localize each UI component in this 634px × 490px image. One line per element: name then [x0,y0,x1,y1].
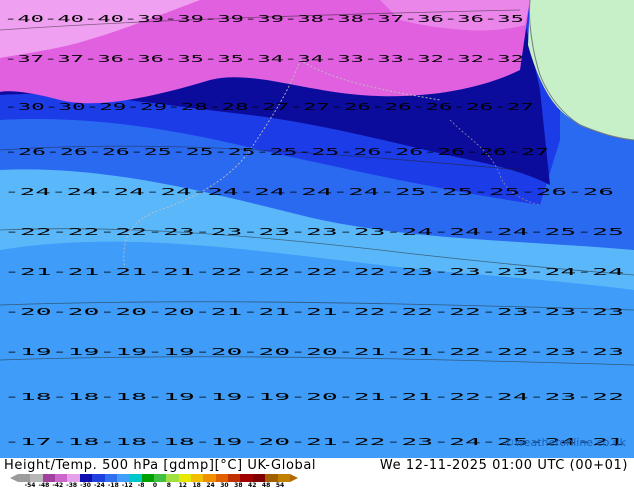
colorbar-tick-label: 38 [234,482,243,489]
colorbar-segment [104,474,117,482]
contour-row-6: -22-22-22-23-23-23-23-23-24-24-24-25-25 [4,227,624,238]
contour-row-3: -30-30-29-29-28-28-27-27-26-26-26-26-27 [4,102,534,113]
colorbar-segment [178,474,192,482]
colorbar-segment [67,474,80,482]
colorbar-tick-label: -54 [24,482,36,489]
colorbar-segment [116,474,130,482]
colorbar-tick-label: 0 [152,482,158,489]
colorbar-segment [277,474,290,482]
colorbar-tick-label: 24 [206,482,215,489]
colorbar-segment [18,474,31,482]
colorbar-segment [153,474,167,482]
contour-row-10: -18-18-18-19-19-19-20-21-21-22-24-23-22 [4,392,624,403]
colorbar-tick-label: 42 [248,482,257,489]
colorbar-tick-label: -12 [121,482,133,489]
colorbar-arrow-right [290,474,298,482]
colorbar-tick-label: -48 [38,482,50,489]
colorbar-tick-label: 18 [192,482,201,489]
colorbar-tick-label: 54 [275,482,285,489]
colorbar-segment [55,474,68,482]
colorbar-tick-label: 30 [220,482,229,489]
colorbar-tick-label: -42 [52,482,64,489]
colorbar-segment [129,474,142,482]
colorbar [18,474,290,482]
colorbar-tick-label: -8 [137,482,145,489]
colorbar-segment [252,474,266,482]
colorbar-tick-label: 12 [178,482,187,489]
contour-row-9: -19-19-19-19-20-20-20-21-21-22-22-23-23 [4,347,624,358]
forecast-datetime: We 12-11-2025 01:00 UTC (00+01) [379,458,628,473]
colorbar-segment [92,474,105,482]
colorbar-segment [30,474,43,482]
colorbar-tick-label: -30 [80,482,91,489]
colorbar-arrow-left [10,474,18,482]
colorbar-tick-label: -24 [94,482,105,489]
contour-row-1: -40-40-40-39-39-39-39-38-38-37-36-36-35 [4,14,524,25]
contour-row-2: -37-37-36-36-35-35-34-34-33-33-32-32-32 [4,54,524,65]
contour-row-8: -20-20-20-20-21-21-21-22-22-22-23-23-23 [4,307,624,318]
map-title: Height/Temp. 500 hPa [gdmp][°C] UK-Globa… [4,458,317,473]
colorbar-tick-label: 8 [166,482,171,489]
colorbar-tick-label: -38 [66,482,78,489]
colorbar-tick-label: 48 [261,482,271,489]
colorbar-segment [141,474,154,482]
contour-row-5: -24-24-24-24-24-24-24-24-25-25-25-26-26 [4,187,614,198]
footer-bar: ©weatheronline.co.uk Height/Temp. 500 hP… [0,436,634,490]
colorbar-segment [79,474,93,482]
colorbar-segment [240,474,253,482]
colorbar-segment [166,474,179,482]
colorbar-segment [265,474,278,482]
weather-map: -40-40-40-39-39-39-39-38-38-37-36-36-35 … [0,0,634,458]
colorbar-segment [228,474,241,482]
colorbar-tick-label: -18 [107,482,119,489]
colorbar-tick-labels: -54 -48 -42 -38 -30 -24 -18 -12 -8 0 8 12 18 24 30 38 42… [25,482,294,490]
colorbar-segment [42,474,56,482]
colorbar-segment [215,474,229,482]
contour-row-4: -26-26-26-25-25-25-25-25-26-26-26-26-27 [4,147,549,158]
colorbar-segment [191,474,204,482]
colorbar-segment [203,474,216,482]
credit-link[interactable]: ©weatheronline.co.uk [504,436,626,449]
contour-row-7: -21-21-21-21-22-22-22-22-23-23-23-24-24 [4,267,624,278]
